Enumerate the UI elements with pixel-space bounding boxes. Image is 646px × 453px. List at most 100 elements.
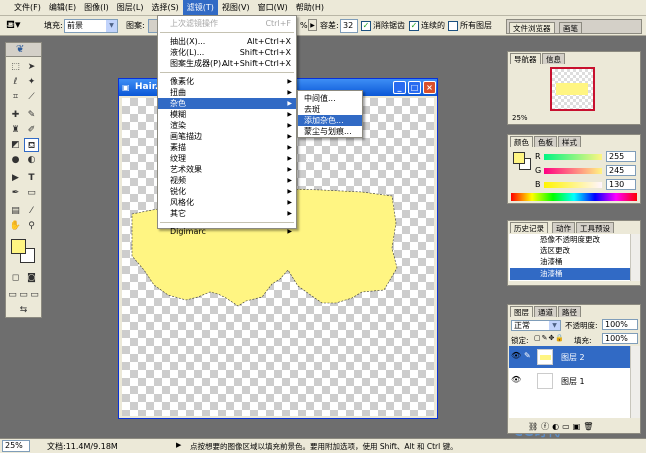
history-brush-tool-icon[interactable]: ✐ xyxy=(24,123,39,137)
blend-mode-select[interactable]: 正常 ▼ xyxy=(511,320,561,331)
menu-item-pattern-maker[interactable]: 图案生成器(P)... Alt+Shift+Ctrl+X xyxy=(158,58,296,69)
tab-history[interactable]: 历史记录 xyxy=(510,222,548,233)
tab-channels[interactable]: 通道 xyxy=(534,306,557,317)
pen-tool-icon[interactable]: ✒ xyxy=(8,186,23,200)
channel-b-slider[interactable] xyxy=(544,182,602,188)
menu-item-dust-scratches[interactable]: 蒙尘与划痕... xyxy=(298,126,362,137)
lock-options-icon[interactable]: ▢✎✥🔒 xyxy=(534,334,565,342)
channel-r-input[interactable]: 255 xyxy=(606,151,636,162)
menu-edit[interactable]: 编辑(E) xyxy=(45,0,80,16)
tab-styles[interactable]: 样式 xyxy=(558,136,581,147)
notes-tool-icon[interactable]: ▤ xyxy=(8,204,23,218)
slice-tool-icon[interactable]: ⟋ xyxy=(24,90,39,104)
maximize-button[interactable]: □ xyxy=(408,81,421,94)
blur-tool-icon[interactable]: ● xyxy=(8,153,23,167)
tab-paths[interactable]: 路径 xyxy=(558,306,581,317)
layer-row-selected[interactable]: 👁 ✎ 图层 2 xyxy=(509,346,630,368)
tab-info[interactable]: 信息 xyxy=(542,53,565,64)
move-tool-icon[interactable]: ➤ xyxy=(24,60,39,74)
menu-item-blur[interactable]: 模糊 ▶ xyxy=(158,109,296,120)
minimize-button[interactable]: _ xyxy=(393,81,406,94)
history-item[interactable]: 油漆桶 xyxy=(510,256,630,268)
dodge-tool-icon[interactable]: ◐ xyxy=(24,153,39,167)
menu-item-pixelate[interactable]: 像素化 ▶ xyxy=(158,76,296,87)
menu-item-liquify[interactable]: 液化(L)... Shift+Ctrl+X xyxy=(158,47,296,58)
tolerance-input[interactable]: 32 xyxy=(340,19,358,33)
menu-window[interactable]: 窗口(W) xyxy=(254,0,292,16)
arrow-icon[interactable]: ▶ xyxy=(308,19,317,31)
antialias-checkbox[interactable]: ✓ xyxy=(361,21,371,31)
color-panel-foreground[interactable] xyxy=(513,152,525,164)
layers-scrollbar[interactable] xyxy=(630,346,640,418)
tab-color[interactable]: 颜色 xyxy=(510,136,533,147)
menu-select[interactable]: 选择(S) xyxy=(147,0,182,16)
foreground-color-swatch[interactable] xyxy=(11,239,26,254)
type-tool-icon[interactable]: T xyxy=(24,171,39,185)
tab-swatches[interactable]: 色板 xyxy=(534,136,557,147)
screen-mode-3-icon[interactable]: ▭ xyxy=(29,288,40,302)
menu-item-despeckle[interactable]: 去斑 xyxy=(298,104,362,115)
fill-input[interactable]: 100% xyxy=(602,333,638,344)
tab-layers[interactable]: 图层 xyxy=(510,306,533,317)
stamp-tool-icon[interactable]: ♜ xyxy=(8,123,23,137)
navigator-zoom[interactable]: 25% xyxy=(512,114,528,122)
channel-r-slider[interactable] xyxy=(544,154,602,160)
crop-tool-icon[interactable]: ⌗ xyxy=(8,90,23,104)
menu-item-stylize[interactable]: 风格化 ▶ xyxy=(158,197,296,208)
all-layers-checkbox[interactable] xyxy=(448,21,458,31)
tab-tool-presets[interactable]: 工具预设 xyxy=(576,222,614,233)
fill-select[interactable]: 前景 ▼ xyxy=(64,19,118,33)
channel-b-input[interactable]: 130 xyxy=(606,179,636,190)
menu-filter[interactable]: 滤镜(T) xyxy=(182,0,218,16)
imageready-jump-icon[interactable]: ⇆ xyxy=(16,303,31,317)
menu-item-render[interactable]: 渲染 ▶ xyxy=(158,120,296,131)
menu-help[interactable]: 帮助(H) xyxy=(292,0,328,16)
paint-bucket-tool-icon[interactable]: ⛾ xyxy=(24,138,39,152)
menu-item-sharpen[interactable]: 锐化 ▶ xyxy=(158,186,296,197)
menu-item-brush-strokes[interactable]: 画笔描边 ▶ xyxy=(158,131,296,142)
menu-item-other[interactable]: 其它 ▶ xyxy=(158,208,296,219)
menu-item-add-noise[interactable]: 添加杂色... xyxy=(298,115,362,126)
screen-mode-2-icon[interactable]: ▭ xyxy=(18,288,29,302)
quick-mask-icon[interactable]: ◙ xyxy=(24,271,39,285)
navigator-thumbnail[interactable] xyxy=(550,67,595,111)
marquee-tool-icon[interactable]: ⬚ xyxy=(8,60,23,74)
menu-file[interactable]: 文件(F) xyxy=(10,0,45,16)
eyedropper-tool-icon[interactable]: ⁄ xyxy=(24,204,39,218)
layer-buttons-icon[interactable]: ⛓ⓕ◐▭▣🗑 xyxy=(528,421,596,432)
menu-image[interactable]: 图像(I) xyxy=(80,0,113,16)
menu-layer[interactable]: 图层(L) xyxy=(113,0,148,16)
eraser-tool-icon[interactable]: ◩ xyxy=(8,138,23,152)
menu-item-sketch[interactable]: 素描 ▶ xyxy=(158,142,296,153)
channel-g-input[interactable]: 245 xyxy=(606,165,636,176)
standard-mode-icon[interactable]: ◻ xyxy=(8,271,23,285)
hand-tool-icon[interactable]: ✋ xyxy=(8,219,23,233)
menu-item-distort[interactable]: 扭曲 ▶ xyxy=(158,87,296,98)
color-spectrum-bar[interactable] xyxy=(511,193,637,201)
menu-item-artistic[interactable]: 艺术效果 ▶ xyxy=(158,164,296,175)
lasso-tool-icon[interactable]: ℓ xyxy=(8,75,23,89)
zoom-tool-icon[interactable]: ⚲ xyxy=(24,219,39,233)
tab-navigator[interactable]: 导航器 xyxy=(510,53,541,64)
menu-item-noise[interactable]: 杂色 ▶ xyxy=(158,98,296,109)
opacity-input[interactable]: 100% xyxy=(602,319,638,330)
tab-brushes[interactable]: 画笔 xyxy=(559,22,582,33)
brush-tool-icon[interactable]: ✎ xyxy=(24,108,39,122)
path-select-tool-icon[interactable]: ▶ xyxy=(8,171,23,185)
menu-item-video[interactable]: 视频 ▶ xyxy=(158,175,296,186)
history-item-selected[interactable]: 油漆桶 xyxy=(510,268,630,280)
eye-icon[interactable]: 👁 xyxy=(511,351,521,360)
layer-row[interactable]: 👁 图层 1 xyxy=(509,370,630,392)
menu-item-texture[interactable]: 纹理 ▶ xyxy=(158,153,296,164)
status-zoom-input[interactable]: 25% xyxy=(2,440,30,452)
contiguous-checkbox[interactable]: ✓ xyxy=(409,21,419,31)
tab-actions[interactable]: 动作 xyxy=(552,222,575,233)
screen-mode-1-icon[interactable]: ▭ xyxy=(7,288,18,302)
menu-item-digimarc[interactable]: Digimarc ▶ xyxy=(158,226,296,237)
history-scrollbar[interactable] xyxy=(630,234,640,281)
healing-brush-tool-icon[interactable]: ✚ xyxy=(8,108,23,122)
channel-g-slider[interactable] xyxy=(544,168,602,174)
menu-item-median[interactable]: 中间值... xyxy=(298,93,362,104)
shape-tool-icon[interactable]: ▭ xyxy=(24,186,39,200)
menu-view[interactable]: 视图(V) xyxy=(218,0,254,16)
